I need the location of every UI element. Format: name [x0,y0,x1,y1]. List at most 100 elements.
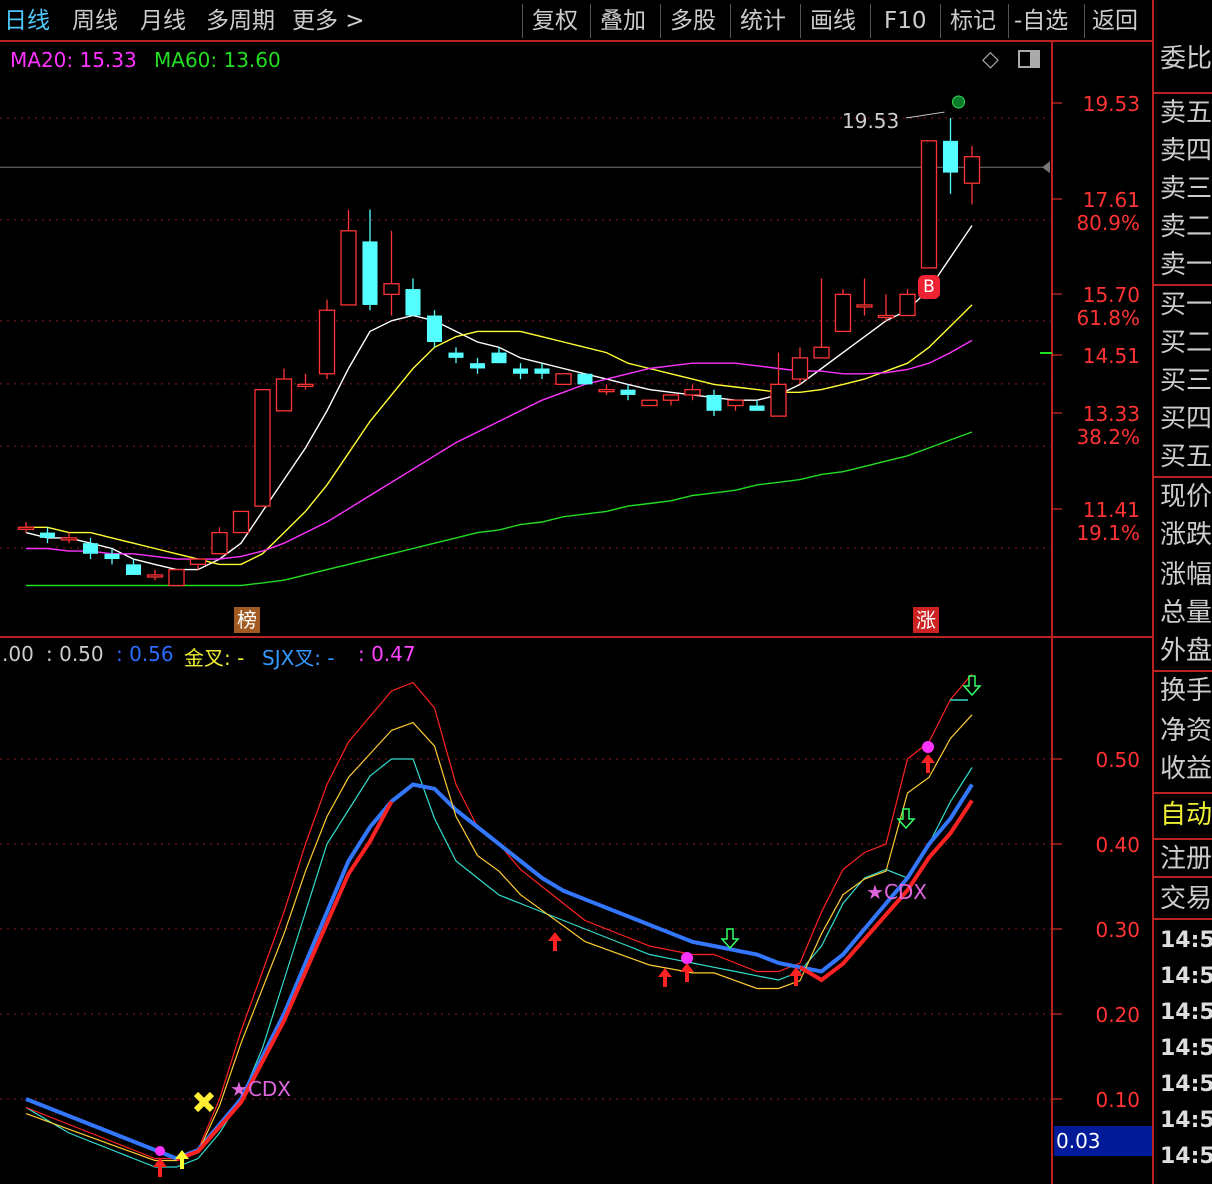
high-marker-icon [952,95,965,109]
indicator-lines [25,673,974,1168]
diamond-icon[interactable]: ◇ [982,47,999,72]
quote-field-label: 现价 [1160,482,1212,512]
price-axis-label: 80.9% [1076,211,1140,235]
multi-stock-button[interactable]: 多股 [670,0,716,40]
candle-body [383,283,400,296]
tab-daily[interactable]: 日线 [4,0,50,40]
toolbar-separator [522,4,523,38]
tab-monthly[interactable]: 月线 [140,0,186,40]
price-axis-label: 61.8% [1076,306,1140,330]
signal-dot-icon [922,741,934,753]
candle-body [491,352,507,364]
down-arrow-icon [896,808,916,830]
candle-body [684,388,701,396]
candle-body [340,230,357,306]
ma-line-2 [26,339,973,560]
candle-body [706,394,722,411]
toolbar-separator [1008,4,1009,38]
high-price-pointer [905,111,945,119]
panel-separator [1154,92,1212,94]
statistics-button[interactable]: 统计 [740,0,786,40]
high-price-label: 19.53 [842,109,900,133]
candle-body [60,537,78,541]
buy-badge: B [918,275,940,299]
candle-body [146,574,164,578]
ma-line-0 [25,225,973,571]
tab-more[interactable]: 更多 > [292,0,365,40]
candle-body [749,405,765,411]
indicator-value-1: .00 [2,642,34,666]
ma20-legend: MA20: 15.33 [10,48,137,72]
toolbar-separator [730,4,731,38]
candle-body [899,293,916,317]
tab-weekly[interactable]: 周线 [72,0,118,40]
candle-body [598,388,615,393]
fuquan-button[interactable]: 复权 [532,0,578,40]
price-axis-label: 11.41 [1083,498,1140,522]
down-arrow-icon [720,928,740,950]
tick-time: 14:5 [1160,928,1212,953]
panel-separator [1154,476,1212,478]
candle-body [362,241,378,305]
candle-body [920,140,938,269]
quote-field-label: 涨幅 [1160,560,1212,590]
indicator-line-1 [25,673,973,1160]
tick-time: 14:5 [1160,1036,1212,1061]
toolbar-separator [870,4,871,38]
mark-button[interactable]: 标记 [950,0,996,40]
panel-separator [1154,918,1212,920]
panel-separator [1154,670,1212,672]
candle-body [232,510,250,534]
toolbar-separator [660,4,661,38]
candle-body [963,156,981,184]
quote-field-label: 买五 [1160,442,1212,472]
up-arrow-icon [548,932,562,951]
tick-time: 14:5 [1160,1000,1212,1025]
ma60-legend: MA60: 13.60 [154,48,281,72]
trade-button[interactable]: 交易 [1160,882,1212,916]
tick-time: 14:5 [1160,1108,1212,1133]
indicator-value-4: : 0.47 [358,642,416,666]
tick-time: 14:5 [1160,1144,1212,1169]
price-axis-label: 14.51 [1083,344,1140,368]
candle-body [856,304,873,308]
quote-field-label: 收益 [1160,754,1212,784]
quote-field-label: 委比 [1160,44,1212,74]
panel-toggle-icon[interactable] [1018,50,1040,68]
candle-body [620,389,636,395]
quote-side-panel: 委比 卖五 卖四 卖三 卖二 卖一 买一 买二 买三 买四 买五 现价 涨跌 涨幅 总量 外盘 换手 净资 收益 自动… [1152,0,1212,1184]
indicator-axis: 0.50 0.40 0.30 0.20 0.10 [1052,748,1140,1112]
limit-up-badge: 涨 [913,607,939,633]
candle-body [512,368,529,374]
remove-watchlist-button[interactable]: -自选 [1014,0,1068,40]
candle-body [39,532,56,538]
f10-button[interactable]: F10 [884,0,927,40]
candle-body [877,314,895,319]
draw-line-button[interactable]: 画线 [810,0,856,40]
candle-body [834,293,852,333]
quote-field-label: 卖四 [1160,136,1212,166]
candle-body [189,558,207,566]
toolbar-separator [1084,4,1085,38]
indicator-value-2: : 0.50 [46,642,104,666]
candle-body [555,373,572,386]
candle-body [318,309,336,375]
candle-body [426,315,443,342]
candle-body [125,564,142,575]
kline-chart-area[interactable]: 19.53 17.6180.9% 15.7061.8% 14.51 13.3338.2%… [0,0,1152,1184]
candle-body [534,368,550,374]
cross-icon [193,1091,215,1113]
indicator-axis-label: 0.40 [1095,833,1140,857]
overlay-button[interactable]: 叠加 [600,0,646,40]
candle-body [662,394,680,401]
candle-body [942,140,959,173]
price-axis-label: 19.53 [1083,92,1140,116]
back-button[interactable]: 返回 [1092,0,1138,40]
signal-dot-icon [681,952,693,964]
candle-body [813,346,830,359]
auto-button[interactable]: 自动 [1160,798,1212,832]
indicator-line-yellow [25,714,973,1162]
tab-multi-period[interactable]: 多周期 [206,0,275,40]
register-button[interactable]: 注册 [1160,842,1212,876]
quote-field-label: 卖一 [1160,250,1212,280]
